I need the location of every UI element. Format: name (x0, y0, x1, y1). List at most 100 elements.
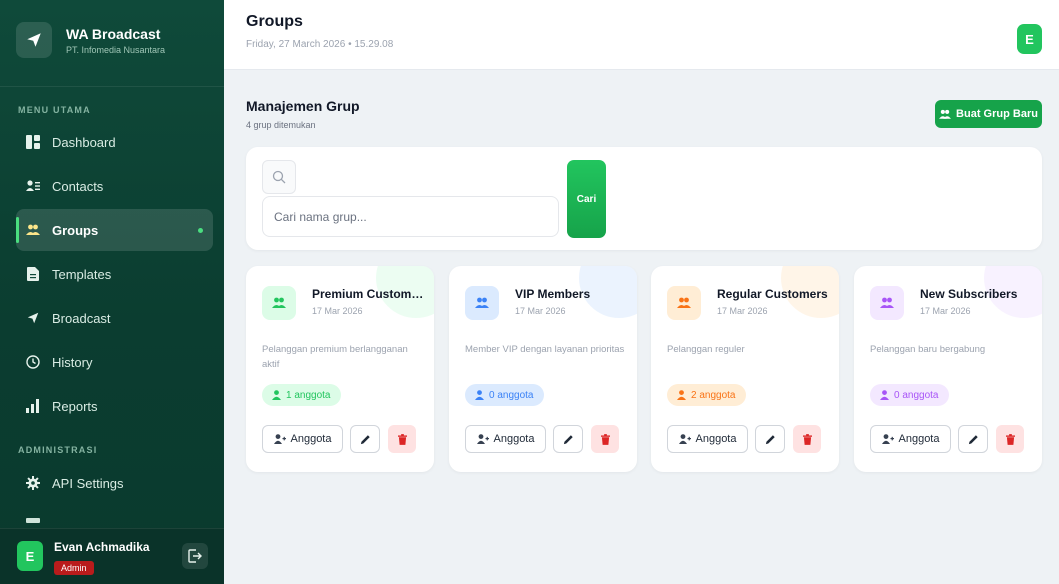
member-count-badge: 2 anggota (667, 384, 746, 406)
add-person-icon (476, 434, 489, 444)
members-button-label: Anggota (898, 433, 940, 445)
group-description: Pelanggan baru bergabung (870, 344, 986, 355)
group-name: New Subscribers (920, 287, 1018, 301)
sidebar-item-reports[interactable]: Reports (16, 385, 213, 427)
member-count-badge: 0 anggota (870, 384, 949, 406)
admin-section-label: ADMINISTRASI (18, 445, 98, 455)
brand-subtitle: PT. Infomedia Nusantara (66, 44, 166, 55)
active-indicator (198, 228, 203, 233)
logout-button[interactable] (182, 543, 208, 569)
pencil-icon (765, 434, 776, 445)
search-icon (262, 160, 296, 194)
sidebar-item-label: Templates (52, 266, 112, 282)
delete-button[interactable] (388, 425, 416, 453)
group-date: 17 Mar 2026 (312, 306, 363, 316)
member-count: 2 anggota (691, 389, 736, 401)
groups-icon (465, 286, 499, 320)
group-name: Premium Customers (312, 287, 424, 301)
sidebar-item-history[interactable]: History (16, 341, 213, 383)
dashboard-icon (26, 135, 40, 149)
pencil-icon (968, 434, 979, 445)
menu-section-label: MENU UTAMA (18, 105, 91, 115)
groups-icon (26, 223, 40, 237)
members-button[interactable]: Anggota (465, 425, 546, 453)
members-button[interactable]: Anggota (262, 425, 343, 453)
group-name: Regular Customers (717, 287, 828, 301)
groups-icon (870, 286, 904, 320)
search-input[interactable] (262, 196, 559, 237)
edit-button[interactable] (553, 425, 583, 453)
sidebar-item-label: API Settings (52, 475, 124, 491)
section-title: Manajemen Grup (246, 98, 360, 114)
trash-icon (1005, 433, 1015, 445)
sidebar-item-partial[interactable] (26, 518, 40, 523)
bar-chart-icon (26, 399, 40, 413)
brand-name: WA Broadcast (66, 25, 161, 42)
member-count-badge: 0 anggota (465, 384, 544, 406)
user-name: Evan Achmadika (54, 540, 150, 554)
sidebar-item-label: Broadcast (52, 310, 111, 326)
member-count: 0 anggota (489, 389, 534, 401)
sidebar-item-api-settings[interactable]: API Settings (16, 462, 213, 504)
member-count: 0 anggota (894, 389, 939, 401)
search-button[interactable]: Cari (567, 160, 606, 238)
edit-button[interactable] (755, 425, 785, 453)
send-icon (26, 311, 40, 325)
delete-button[interactable] (996, 425, 1024, 453)
group-date: 17 Mar 2026 (920, 306, 971, 316)
sidebar-item-label: Reports (52, 398, 98, 414)
members-button-label: Anggota (493, 433, 535, 445)
divider (0, 86, 224, 87)
brand[interactable]: WA Broadcast PT. Infomedia Nusantara (16, 22, 165, 58)
group-name: VIP Members (515, 287, 591, 301)
members-button-label: Anggota (695, 433, 737, 445)
person-icon (677, 390, 686, 400)
sidebar-item-label: Contacts (52, 178, 104, 194)
add-person-icon (678, 434, 691, 444)
top-bar: Groups Friday, 27 March 2026 • 15.29.08 … (224, 0, 1059, 70)
group-card: New Subscribers 17 Mar 2026 Pelanggan baru… (854, 266, 1042, 472)
group-description: Member VIP dengan layanan prioritas (465, 344, 625, 355)
sidebar-item-label: History (52, 354, 93, 370)
person-icon (475, 390, 484, 400)
trash-icon (802, 433, 812, 445)
person-icon (272, 390, 281, 400)
pencil-icon (563, 434, 574, 445)
sidebar-item-templates[interactable]: Templates (16, 253, 213, 295)
user-role-badge: Admin (54, 561, 94, 575)
members-button[interactable]: Anggota (870, 425, 951, 453)
logout-icon (188, 549, 202, 563)
edit-button[interactable] (350, 425, 380, 453)
templates-icon (26, 267, 40, 281)
avatar[interactable]: E (1017, 24, 1042, 54)
group-date: 17 Mar 2026 (717, 306, 768, 316)
group-date: 17 Mar 2026 (515, 306, 566, 316)
sidebar-item-broadcast[interactable]: Broadcast (16, 297, 213, 339)
groups-icon (262, 286, 296, 320)
member-count-badge: 1 anggota (262, 384, 341, 406)
group-card: Premium Customers 17 Mar 2026 Pelanggan pr… (246, 266, 434, 472)
page-title: Groups (246, 13, 303, 30)
sidebar-item-dashboard[interactable]: Dashboard (16, 121, 213, 163)
add-person-icon (273, 434, 286, 444)
sidebar-item-contacts[interactable]: Contacts (16, 165, 213, 207)
avatar[interactable]: E (17, 541, 43, 571)
member-count: 1 anggota (286, 389, 331, 401)
user-panel: E Evan Achmadika Admin (0, 528, 224, 584)
clock-icon (26, 355, 40, 369)
groups-icon (667, 286, 701, 320)
edit-button[interactable] (958, 425, 988, 453)
sidebar-item-groups[interactable]: Groups (16, 209, 213, 251)
sidebar: WA Broadcast PT. Infomedia Nusantara MEN… (0, 0, 224, 584)
members-button[interactable]: Anggota (667, 425, 748, 453)
group-description: Pelanggan premium berlangganan aktif (262, 344, 408, 370)
create-group-label: Buat Grup Baru (956, 108, 1038, 120)
paper-plane-icon (16, 22, 52, 58)
delete-button[interactable] (793, 425, 821, 453)
contacts-icon (26, 179, 40, 193)
create-group-button[interactable]: Buat Grup Baru (935, 100, 1042, 128)
datetime: Friday, 27 March 2026 • 15.29.08 (246, 39, 394, 50)
trash-icon (397, 433, 407, 445)
delete-button[interactable] (591, 425, 619, 453)
add-person-icon (881, 434, 894, 444)
